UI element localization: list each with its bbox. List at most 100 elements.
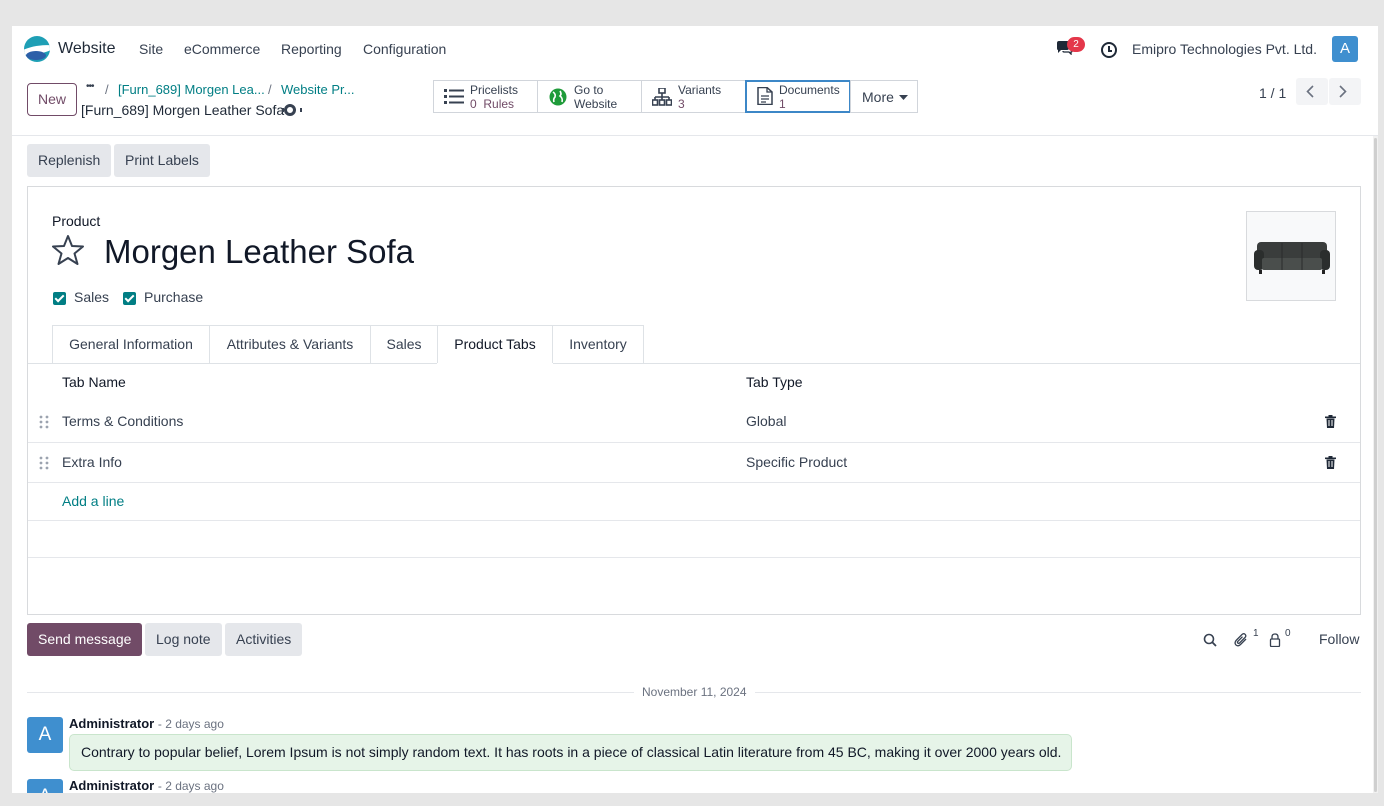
tab-name-cell[interactable]: Extra Info (62, 454, 122, 470)
pricelists-count: 0 (470, 97, 477, 111)
form-status-bar: Replenish Print Labels (12, 136, 1378, 186)
search-icon[interactable] (1203, 633, 1217, 647)
table-row[interactable]: Terms & Conditions Global (28, 402, 1360, 442)
record-title: [Furn_689] Morgen Leather Sofa (81, 102, 285, 118)
column-header-tab-type[interactable]: Tab Type (746, 374, 803, 390)
replenish-button[interactable]: Replenish (27, 144, 112, 177)
table-row[interactable]: Extra Info Specific Product (28, 442, 1360, 482)
drag-handle-icon[interactable] (39, 456, 49, 470)
trash-icon[interactable] (1325, 456, 1336, 469)
tab-attributes-variants[interactable]: Attributes & Variants (209, 325, 371, 364)
breadcrumb-product[interactable]: [Furn_689] Morgen Lea... (118, 82, 265, 97)
sales-checkbox[interactable] (53, 292, 66, 305)
message-time: - 2 days ago (157, 717, 224, 731)
sales-checkbox-label: Sales (74, 289, 110, 305)
user-avatar[interactable]: A (1332, 36, 1358, 62)
follower-lock-icon[interactable] (1268, 633, 1282, 647)
chevron-left-icon (1306, 85, 1314, 98)
follow-button[interactable]: Follow (1319, 631, 1359, 647)
caret-down-icon (899, 95, 908, 100)
activity-clock-icon[interactable] (1101, 42, 1117, 58)
pager-previous-button[interactable] (1296, 78, 1328, 105)
column-header-tab-name[interactable]: Tab Name (62, 374, 126, 390)
sofa-image (1254, 242, 1330, 274)
tab-type-cell[interactable]: Specific Product (746, 454, 847, 470)
purchase-checkbox-label: Purchase (144, 289, 204, 305)
documents-count: 1 (779, 97, 786, 111)
star-icon[interactable] (52, 234, 84, 266)
app-window: Website Site eCommerce Reporting Configu… (12, 26, 1378, 793)
tabs-divider (28, 363, 1360, 364)
breadcrumb-separator: / (268, 82, 272, 97)
followers-count: 0 (1285, 628, 1291, 639)
log-note-button[interactable]: Log note (145, 623, 222, 656)
author-name[interactable]: Administrator (69, 716, 154, 731)
tab-inventory[interactable]: Inventory (552, 325, 644, 364)
breadcrumb-ellipsis[interactable]: ••• (86, 81, 94, 92)
more-dropdown-button[interactable]: More (850, 80, 918, 113)
send-message-button[interactable]: Send message (27, 623, 143, 656)
activities-button[interactable]: Activities (225, 623, 303, 656)
product-image[interactable] (1246, 211, 1336, 301)
variants-smart-button[interactable]: Variants 3 (641, 80, 746, 113)
tab-sales[interactable]: Sales (370, 325, 438, 364)
go-to-website-smart-button[interactable]: Go to Website (537, 80, 642, 113)
menu-reporting[interactable]: Reporting (281, 41, 342, 57)
website-app-icon[interactable] (24, 36, 50, 62)
print-labels-button[interactable]: Print Labels (114, 144, 210, 177)
list-icon (444, 89, 464, 104)
app-name[interactable]: Website (58, 40, 116, 58)
pricelists-smart-button[interactable]: Pricelists 0 Rules (433, 80, 538, 113)
trash-icon[interactable] (1325, 415, 1336, 428)
tab-name-cell[interactable]: Terms & Conditions (62, 413, 183, 429)
chevron-right-icon (1339, 85, 1347, 98)
add-line-link[interactable]: Add a line (62, 493, 124, 509)
active-tab-gap (437, 363, 553, 365)
more-label: More (862, 89, 894, 105)
purchase-checkbox[interactable] (123, 292, 136, 305)
avatar[interactable]: A (27, 779, 63, 793)
drag-handle-icon[interactable] (39, 415, 49, 429)
pricelists-rules: Rules (483, 97, 515, 111)
pager-next-button[interactable] (1329, 78, 1361, 105)
gear-icon[interactable] (282, 104, 302, 116)
paperclip-icon[interactable] (1234, 633, 1248, 647)
scrollbar[interactable] (1373, 136, 1378, 793)
tab-product-tabs[interactable]: Product Tabs (437, 325, 553, 365)
variants-count: 3 (678, 97, 685, 111)
message-time: - 2 days ago (157, 779, 224, 793)
author-name[interactable]: Administrator (69, 778, 154, 793)
documents-label: Documents (779, 83, 840, 97)
top-navbar: Website Site eCommerce Reporting Configu… (12, 26, 1378, 72)
control-panel: New ••• / [Furn_689] Morgen Lea... / Web… (12, 72, 1378, 136)
breadcrumb-separator: / (105, 82, 109, 97)
form-sheet: Product Morgen Leather Sofa Sales Purcha… (27, 186, 1361, 615)
product-field-label: Product (52, 213, 101, 229)
pricelists-label: Pricelists (470, 83, 519, 97)
tab-type-cell[interactable]: Global (746, 413, 786, 429)
new-button[interactable]: New (27, 83, 77, 116)
date-separator: November 11, 2024 (634, 685, 755, 699)
company-switcher[interactable]: Emipro Technologies Pvt. Ltd. (1132, 41, 1317, 57)
add-line-row: Add a line (28, 482, 1360, 522)
message-author: Administrator - 2 days ago (69, 716, 224, 731)
attachments-count: 1 (1253, 628, 1259, 639)
menu-ecommerce[interactable]: eCommerce (184, 41, 260, 57)
tab-general-information[interactable]: General Information (52, 325, 210, 364)
pager-value[interactable]: 1 / 1 (1259, 85, 1286, 101)
product-name[interactable]: Morgen Leather Sofa (104, 233, 414, 271)
message-body: Contrary to popular belief, Lorem Ipsum … (69, 734, 1072, 771)
documents-smart-button[interactable]: Documents 1 (745, 80, 851, 113)
variants-label: Variants (678, 83, 722, 97)
menu-configuration[interactable]: Configuration (363, 41, 446, 57)
document-icon (757, 87, 773, 105)
empty-row (28, 520, 1360, 558)
messages-badge: 2 (1067, 37, 1085, 52)
globe-icon (549, 88, 567, 106)
breadcrumb-website-products[interactable]: Website Pr... (281, 82, 354, 97)
message-author: Administrator - 2 days ago (69, 778, 224, 793)
avatar[interactable]: A (27, 717, 63, 753)
go-to-label: Go to (574, 83, 604, 97)
menu-site[interactable]: Site (139, 41, 163, 57)
website-label: Website (574, 97, 618, 111)
